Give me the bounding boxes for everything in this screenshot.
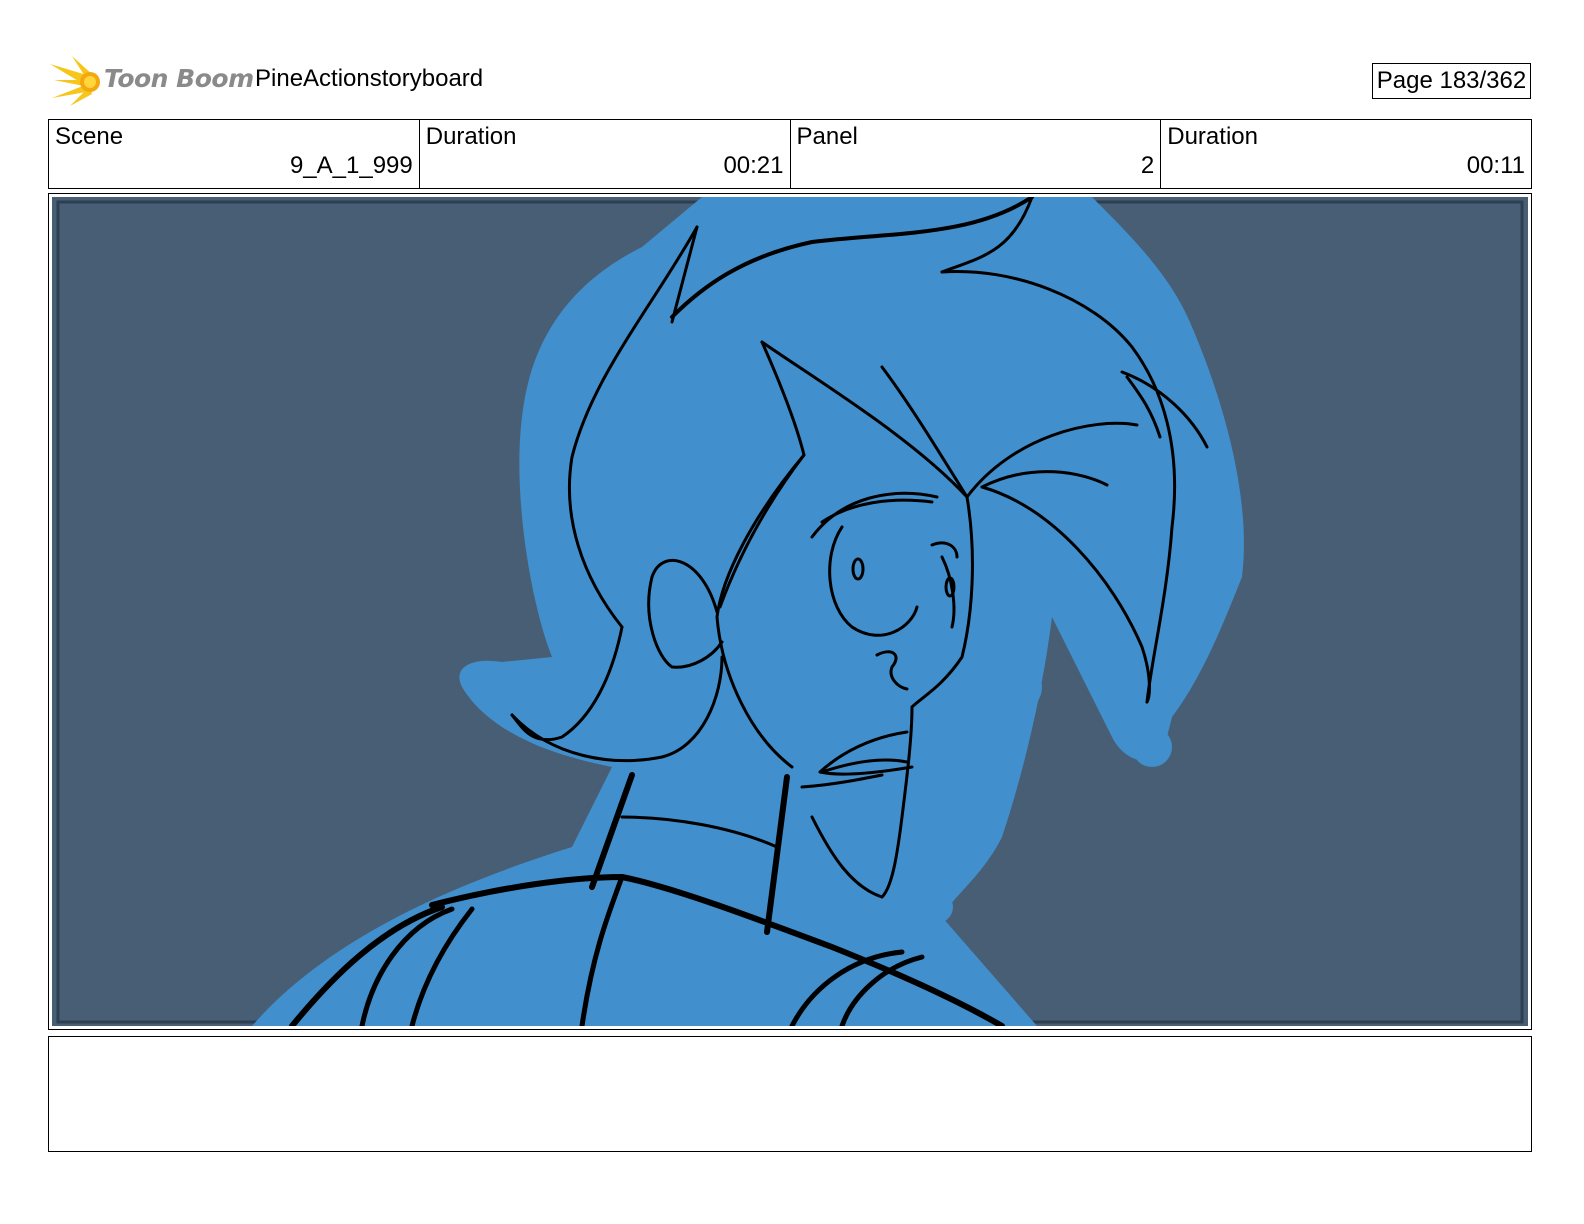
scene-cell: Scene 9_A_1_999 <box>49 120 420 188</box>
storyboard-panel-drawing <box>52 197 1528 1026</box>
starburst-icon <box>50 56 100 106</box>
panel-duration-cell: Duration 00:11 <box>1161 120 1531 188</box>
scene-duration-value: 00:21 <box>723 152 784 179</box>
scene-duration-label: Duration <box>425 123 517 150</box>
scene-duration-cell: Duration 00:21 <box>420 120 791 188</box>
panel-duration-label: Duration <box>1167 123 1258 150</box>
scene-label: Scene <box>55 123 124 150</box>
scene-info-table: Scene 9_A_1_999 Duration 00:21 Panel 2 D… <box>48 119 1532 189</box>
panel-notes-box <box>48 1036 1532 1152</box>
figure-fill <box>252 197 1244 1026</box>
panel-duration-value: 00:11 <box>1466 152 1525 179</box>
character-sketch <box>56 197 1524 1026</box>
panel-cell: Panel 2 <box>791 120 1162 188</box>
panel-value: 2 <box>1140 152 1155 179</box>
project-name: PineActionstoryboard <box>255 65 484 92</box>
panel-label: Panel <box>796 123 858 150</box>
scene-value: 9_A_1_999 <box>289 152 413 179</box>
page-number: Page 183/362 <box>1372 63 1531 99</box>
logo-text: Toon Boom <box>104 64 254 93</box>
